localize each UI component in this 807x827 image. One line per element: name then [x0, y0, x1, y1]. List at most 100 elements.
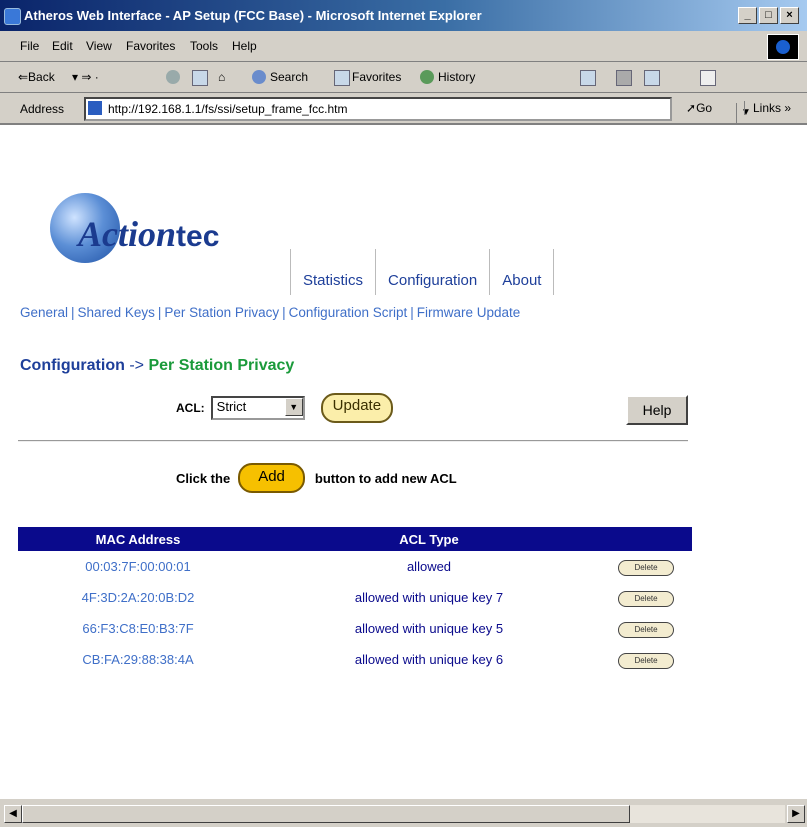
breadcrumb-section: Configuration	[20, 357, 125, 374]
subnav-separator: |	[157, 305, 162, 320]
delete-button[interactable]: Delete	[618, 621, 674, 638]
back-button[interactable]: ⇐Back	[18, 70, 55, 84]
acl-select[interactable]: Strict ▼	[210, 396, 305, 420]
menu-tools[interactable]: Tools	[190, 39, 218, 53]
address-label: Address	[20, 102, 65, 116]
back-dropdown-icon[interactable]: ▾ ⇒ ·	[72, 70, 99, 84]
print-icon[interactable]	[616, 70, 632, 86]
stop-icon[interactable]	[166, 70, 180, 84]
cell-mac: 4F:3D:2A:20:0B:D2	[81, 590, 195, 605]
cell-delete: Delete	[600, 582, 692, 613]
links-button[interactable]: Links »	[744, 101, 791, 115]
cell-acl-type: allowed with unique key 7	[354, 590, 504, 605]
nav-statistics[interactable]: Statistics	[290, 249, 375, 295]
browser-toolbar: ⇐Back ▾ ⇒ · ⌂ Search Favorites History	[0, 62, 807, 93]
cell-mac: 66:F3:C8:E0:B3:7F	[82, 621, 194, 636]
cell-delete: Delete	[600, 644, 692, 675]
maximize-button[interactable]: □	[759, 7, 778, 24]
edit-icon[interactable]	[644, 70, 660, 86]
add-instruction-row: Click the Add button to add new ACL	[176, 463, 457, 493]
nav-about[interactable]: About	[489, 249, 555, 295]
scroll-left-icon[interactable]: ◀	[4, 805, 22, 823]
subnav-per-station-privacy[interactable]: Per Station Privacy	[164, 305, 279, 320]
cell-delete: Delete	[600, 551, 692, 582]
ie-throbber-icon	[767, 34, 799, 60]
subnav-separator: |	[282, 305, 286, 320]
header-acl-type: ACL Type	[258, 527, 600, 551]
table-header-row: MAC Address ACL Type	[18, 527, 692, 551]
actiontec-logo: Actiontec	[78, 213, 219, 255]
horizontal-scrollbar[interactable]: ◀ ▶	[0, 798, 807, 827]
history-button[interactable]: History	[438, 70, 475, 84]
delete-button[interactable]: Delete	[618, 652, 674, 669]
address-input[interactable]: http://192.168.1.1/fs/ssi/setup_frame_fc…	[84, 97, 755, 123]
cell-delete: Delete	[600, 613, 692, 644]
update-button[interactable]: Update	[320, 393, 394, 423]
minimize-button[interactable]: _	[738, 7, 757, 24]
delete-button[interactable]: Delete	[618, 559, 674, 576]
favorites-icon[interactable]	[334, 70, 350, 86]
table-row: 4F:3D:2A:20:0B:D2 allowed with unique ke…	[18, 582, 692, 613]
acl-label: ACL:	[176, 401, 205, 415]
breadcrumb: Configuration -> Per Station Privacy	[20, 357, 294, 375]
sub-nav: General | Shared Keys | Per Station Privacy |…	[20, 305, 520, 320]
window-title-bar: Atheros Web Interface - AP Setup (FCC Ba…	[0, 0, 807, 31]
address-url[interactable]: http://192.168.1.1/fs/ssi/setup_frame_fc…	[108, 102, 347, 116]
scrollbar-track[interactable]	[630, 805, 785, 823]
top-nav: Statistics Configuration About	[290, 247, 555, 295]
home-icon[interactable]: ⌂	[218, 70, 225, 84]
menu-edit[interactable]: Edit	[52, 39, 73, 53]
subnav-firmware-update[interactable]: Firmware Update	[417, 305, 521, 320]
favorites-button[interactable]: Favorites	[352, 70, 401, 84]
scrollbar-thumb[interactable]	[22, 805, 630, 823]
menu-help[interactable]: Help	[232, 39, 257, 53]
header-actions	[600, 527, 692, 551]
mail-icon[interactable]	[580, 70, 596, 86]
subnav-separator: |	[410, 305, 414, 320]
acl-control-row: ACL: Strict ▼ Update	[176, 393, 394, 423]
chevron-down-icon[interactable]: ▼	[284, 398, 303, 416]
refresh-icon[interactable]	[192, 70, 208, 86]
table-row: CB:FA:29:88:38:4A allowed with unique ke…	[18, 644, 692, 675]
cell-acl-type: allowed	[406, 559, 452, 574]
cell-mac: CB:FA:29:88:38:4A	[82, 652, 194, 667]
subnav-general[interactable]: General	[20, 305, 68, 320]
menu-bar: File Edit View Favorites Tools Help	[0, 31, 807, 62]
menu-file[interactable]: File	[20, 39, 39, 53]
discuss-icon[interactable]	[700, 70, 716, 86]
add-prefix-text: Click the	[176, 470, 231, 486]
search-icon[interactable]	[252, 70, 266, 84]
table-row: 00:03:7F:00:00:01 allowed Delete	[18, 551, 692, 582]
menu-favorites[interactable]: Favorites	[126, 39, 175, 53]
delete-button[interactable]: Delete	[618, 590, 674, 607]
add-button[interactable]: Add	[238, 463, 305, 493]
window-title: Atheros Web Interface - AP Setup (FCC Ba…	[24, 8, 482, 23]
divider	[18, 440, 688, 442]
cell-mac: 00:03:7F:00:00:01	[85, 559, 191, 574]
cell-acl-type: allowed with unique key 5	[354, 621, 504, 636]
menu-view[interactable]: View	[86, 39, 112, 53]
window-controls: _ □ ×	[738, 7, 799, 24]
page-content: Actiontec Statistics Configuration About…	[0, 125, 807, 797]
breadcrumb-arrow: ->	[129, 357, 144, 374]
cell-acl-type: allowed with unique key 6	[354, 652, 504, 667]
close-button[interactable]: ×	[780, 7, 799, 24]
subnav-configuration-script[interactable]: Configuration Script	[289, 305, 408, 320]
history-icon[interactable]	[420, 70, 434, 84]
search-button[interactable]: Search	[270, 70, 308, 84]
logo-text-b: tec	[176, 220, 220, 253]
acl-table: MAC Address ACL Type 00:03:7F:00:00:01 a…	[18, 527, 692, 675]
nav-configuration[interactable]: Configuration	[375, 249, 489, 295]
subnav-shared-keys[interactable]: Shared Keys	[78, 305, 155, 320]
go-button[interactable]: ➚Go	[686, 101, 712, 115]
subnav-separator: |	[71, 305, 75, 320]
help-button[interactable]: Help	[626, 395, 688, 425]
go-label: Go	[696, 101, 713, 115]
breadcrumb-page: Per Station Privacy	[148, 357, 295, 374]
page-icon	[88, 101, 102, 115]
table-row: 66:F3:C8:E0:B3:7F allowed with unique ke…	[18, 613, 692, 644]
address-bar: Address http://192.168.1.1/fs/ssi/setup_…	[0, 93, 807, 125]
ie-window-icon	[4, 8, 21, 25]
scroll-right-icon[interactable]: ▶	[787, 805, 805, 823]
header-mac-address: MAC Address	[18, 527, 258, 551]
